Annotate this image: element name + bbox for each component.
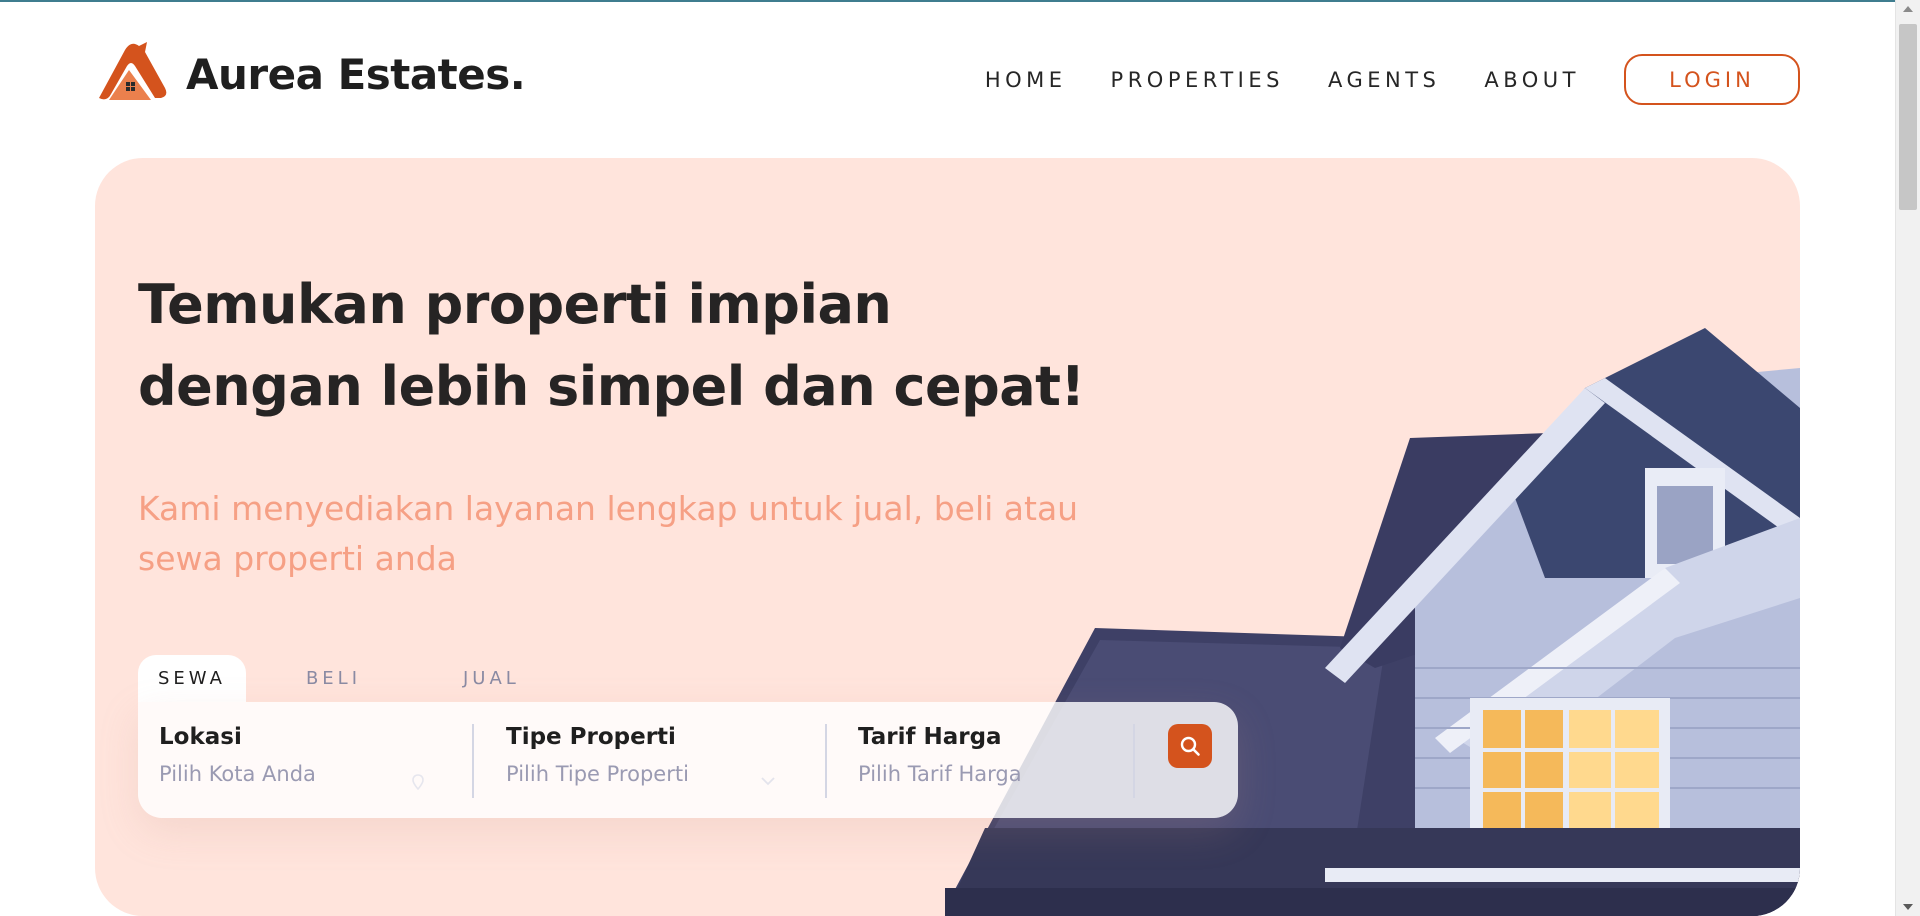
house-logo-icon — [99, 42, 167, 100]
property-type-field[interactable]: Tipe Properti Pilih Tipe Properti — [506, 724, 796, 786]
browser-top-line — [0, 0, 1920, 2]
nav-about[interactable]: ABOUT — [1484, 68, 1580, 92]
logo[interactable]: Aurea Estates. — [95, 40, 526, 108]
nav-agents[interactable]: AGENTS — [1328, 68, 1440, 92]
price-placeholder[interactable]: Pilih Tarif Harga — [858, 762, 1118, 786]
field-divider — [825, 724, 827, 798]
chevron-down-icon[interactable] — [759, 774, 777, 788]
search-button[interactable] — [1168, 724, 1212, 768]
nav-home[interactable]: HOME — [985, 68, 1067, 92]
nav-properties[interactable]: PROPERTIES — [1111, 68, 1284, 92]
tab-jual[interactable]: JUAL — [441, 655, 542, 702]
location-pin-icon — [412, 774, 424, 790]
search-panel: Lokasi Pilih Kota Anda Tipe Properti Pil… — [138, 702, 1238, 818]
scroll-up-arrow-icon[interactable] — [1903, 6, 1913, 12]
field-divider — [1133, 724, 1135, 798]
location-label: Lokasi — [159, 724, 242, 750]
brand-name: Aurea Estates. — [186, 49, 526, 99]
hero-subtitle: Kami menyediakan layanan lengkap untuk j… — [138, 489, 1079, 578]
search-icon — [1180, 736, 1200, 756]
search-tabs: SEWA BELI JUAL — [138, 655, 542, 702]
main-nav: HOME PROPERTIES AGENTS ABOUT LOGIN — [985, 54, 1800, 105]
tab-beli[interactable]: BELI — [286, 655, 381, 702]
field-divider — [472, 724, 474, 798]
price-label: Tarif Harga — [858, 724, 1002, 750]
page-scrollbar[interactable] — [1895, 0, 1920, 916]
login-button[interactable]: LOGIN — [1624, 54, 1800, 105]
property-type-placeholder[interactable]: Pilih Tipe Properti — [506, 762, 796, 786]
hero-section: Temukan properti impian dengan lebih sim… — [95, 158, 1800, 916]
hero-title: Temukan properti impian dengan lebih sim… — [138, 273, 1085, 418]
site-header: Aurea Estates. HOME PROPERTIES AGENTS AB… — [95, 40, 1800, 120]
property-type-label: Tipe Properti — [506, 724, 676, 750]
scroll-down-arrow-icon[interactable] — [1903, 904, 1913, 910]
scrollbar-thumb[interactable] — [1899, 24, 1917, 210]
price-field[interactable]: Tarif Harga Pilih Tarif Harga — [858, 724, 1118, 786]
tab-sewa[interactable]: SEWA — [138, 655, 246, 702]
